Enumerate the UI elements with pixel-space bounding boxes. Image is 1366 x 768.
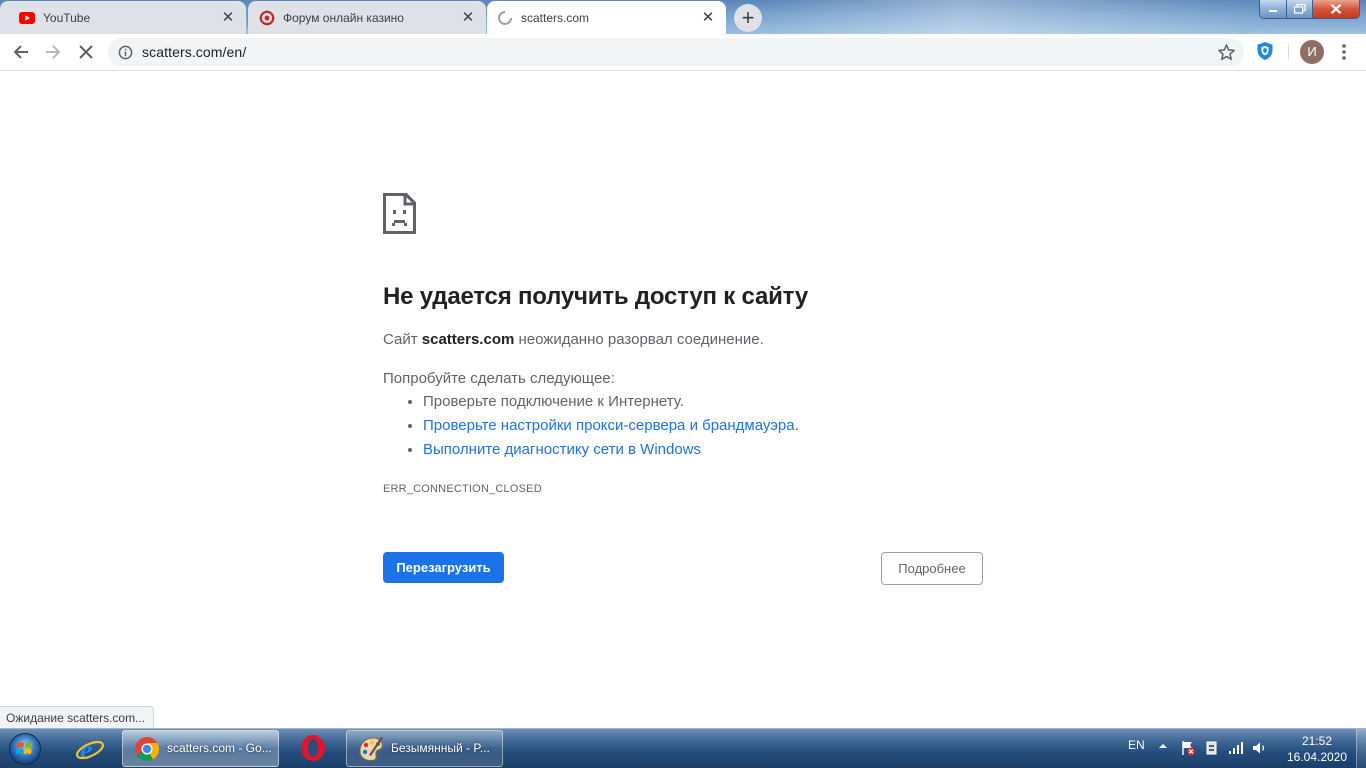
clock[interactable]: 21:52 16.04.2020 <box>1282 733 1352 765</box>
url-text[interactable]: scatters.com/en/ <box>142 44 246 60</box>
tab-title: scatters.com <box>521 10 590 25</box>
paint-icon <box>359 737 383 761</box>
error-heading: Не удается получить доступ к сайту <box>383 283 808 310</box>
volume-icon[interactable] <box>1252 740 1268 756</box>
tab-close-icon[interactable]: ✕ <box>220 9 236 26</box>
suggestion-run-diagnostics-link[interactable]: Выполните диагностику сети в Windows <box>423 441 701 458</box>
more-menu-icon[interactable] <box>1336 42 1352 62</box>
window-controls <box>1259 0 1360 19</box>
profile-avatar[interactable]: И <box>1300 40 1324 64</box>
close-icon <box>79 45 93 59</box>
tab-casino-forum[interactable]: Форум онлайн казино ✕ <box>248 1 486 34</box>
action-center-flag-icon[interactable] <box>1180 740 1196 756</box>
tab-title: Форум онлайн казино <box>283 10 404 25</box>
taskbar-chrome-window[interactable]: scatters.com - Go... <box>122 730 279 767</box>
tab-scatters[interactable]: scatters.com ✕ <box>487 1 726 34</box>
opera-icon <box>301 735 325 761</box>
show-hidden-icons-icon[interactable] <box>1158 741 1168 751</box>
suggestion-item: Проверьте настройки прокси-сервера и бра… <box>423 414 799 438</box>
maximize-button[interactable] <box>1287 0 1313 18</box>
toolbar-divider <box>1288 44 1289 60</box>
tab-youtube[interactable]: YouTube ✕ <box>0 1 246 34</box>
taskbar-item-label: scatters.com - Go... <box>167 741 272 755</box>
close-window-button[interactable] <box>1313 0 1359 18</box>
suggestions-list: Проверьте подключение к Интернету. Прове… <box>383 390 799 462</box>
vpn-shield-extension-icon[interactable] <box>1256 41 1274 61</box>
suggestion-check-proxy-link[interactable]: Проверьте настройки прокси-сервера и бра… <box>423 417 795 434</box>
device-tray-icon[interactable] <box>1204 740 1220 756</box>
suggestions-label: Попробуйте сделать следующее: <box>383 370 615 387</box>
arrow-right-icon <box>46 45 61 59</box>
arrow-left-icon <box>13 45 28 59</box>
forward-button[interactable] <box>39 38 67 66</box>
tab-close-icon[interactable]: ✕ <box>460 9 476 26</box>
taskbar-opera[interactable] <box>284 730 342 767</box>
casino-forum-icon <box>259 10 275 26</box>
minimize-button[interactable] <box>1260 0 1287 18</box>
loading-spinner-icon <box>497 10 513 26</box>
suggestion-item: Проверьте подключение к Интернету. <box>423 390 799 414</box>
error-code: ERR_CONNECTION_CLOSED <box>383 483 542 495</box>
network-signal-icon[interactable] <box>1228 740 1244 756</box>
suggestion-check-connection: Проверьте подключение к Интернету. <box>423 393 684 410</box>
youtube-icon <box>19 10 35 26</box>
start-button[interactable] <box>5 732 45 766</box>
status-bubble: Ожидание scatters.com... <box>0 706 155 729</box>
internet-explorer-icon[interactable]: e <box>74 733 106 765</box>
suggestion-item: Выполните диагностику сети в Windows <box>423 438 799 462</box>
address-bar[interactable]: scatters.com/en/ <box>108 38 1244 67</box>
error-host: scatters.com <box>421 331 515 348</box>
clock-date: 16.04.2020 <box>1286 750 1348 764</box>
window-frame-glass <box>760 0 1260 34</box>
error-summary: Сайт scatters.com неожиданно разорвал со… <box>383 331 764 348</box>
chrome-icon <box>135 737 160 762</box>
show-desktop-button[interactable] <box>1356 729 1366 768</box>
back-button[interactable] <box>7 38 35 66</box>
sad-page-icon <box>383 193 416 234</box>
taskbar-paint-window[interactable]: Безымянный - P... <box>346 730 503 767</box>
reload-button[interactable]: Перезагрузить <box>383 552 504 583</box>
tab-title: YouTube <box>43 10 91 25</box>
clock-time: 21:52 <box>1301 734 1333 748</box>
tab-close-icon[interactable]: ✕ <box>700 9 716 26</box>
details-button[interactable]: Подробнее <box>881 552 983 585</box>
stop-loading-button[interactable] <box>72 38 100 66</box>
info-icon[interactable] <box>118 45 133 60</box>
taskbar-item-label: Безымянный - P... <box>391 741 490 755</box>
bookmark-star-icon[interactable] <box>1217 43 1236 62</box>
error-summary-suffix: неожиданно разорвал соединение. <box>518 331 764 348</box>
error-summary-prefix: Сайт <box>383 331 418 348</box>
language-indicator[interactable]: EN <box>1128 738 1145 752</box>
new-tab-button[interactable]: + <box>734 4 762 32</box>
svg-text:e: e <box>80 735 92 765</box>
